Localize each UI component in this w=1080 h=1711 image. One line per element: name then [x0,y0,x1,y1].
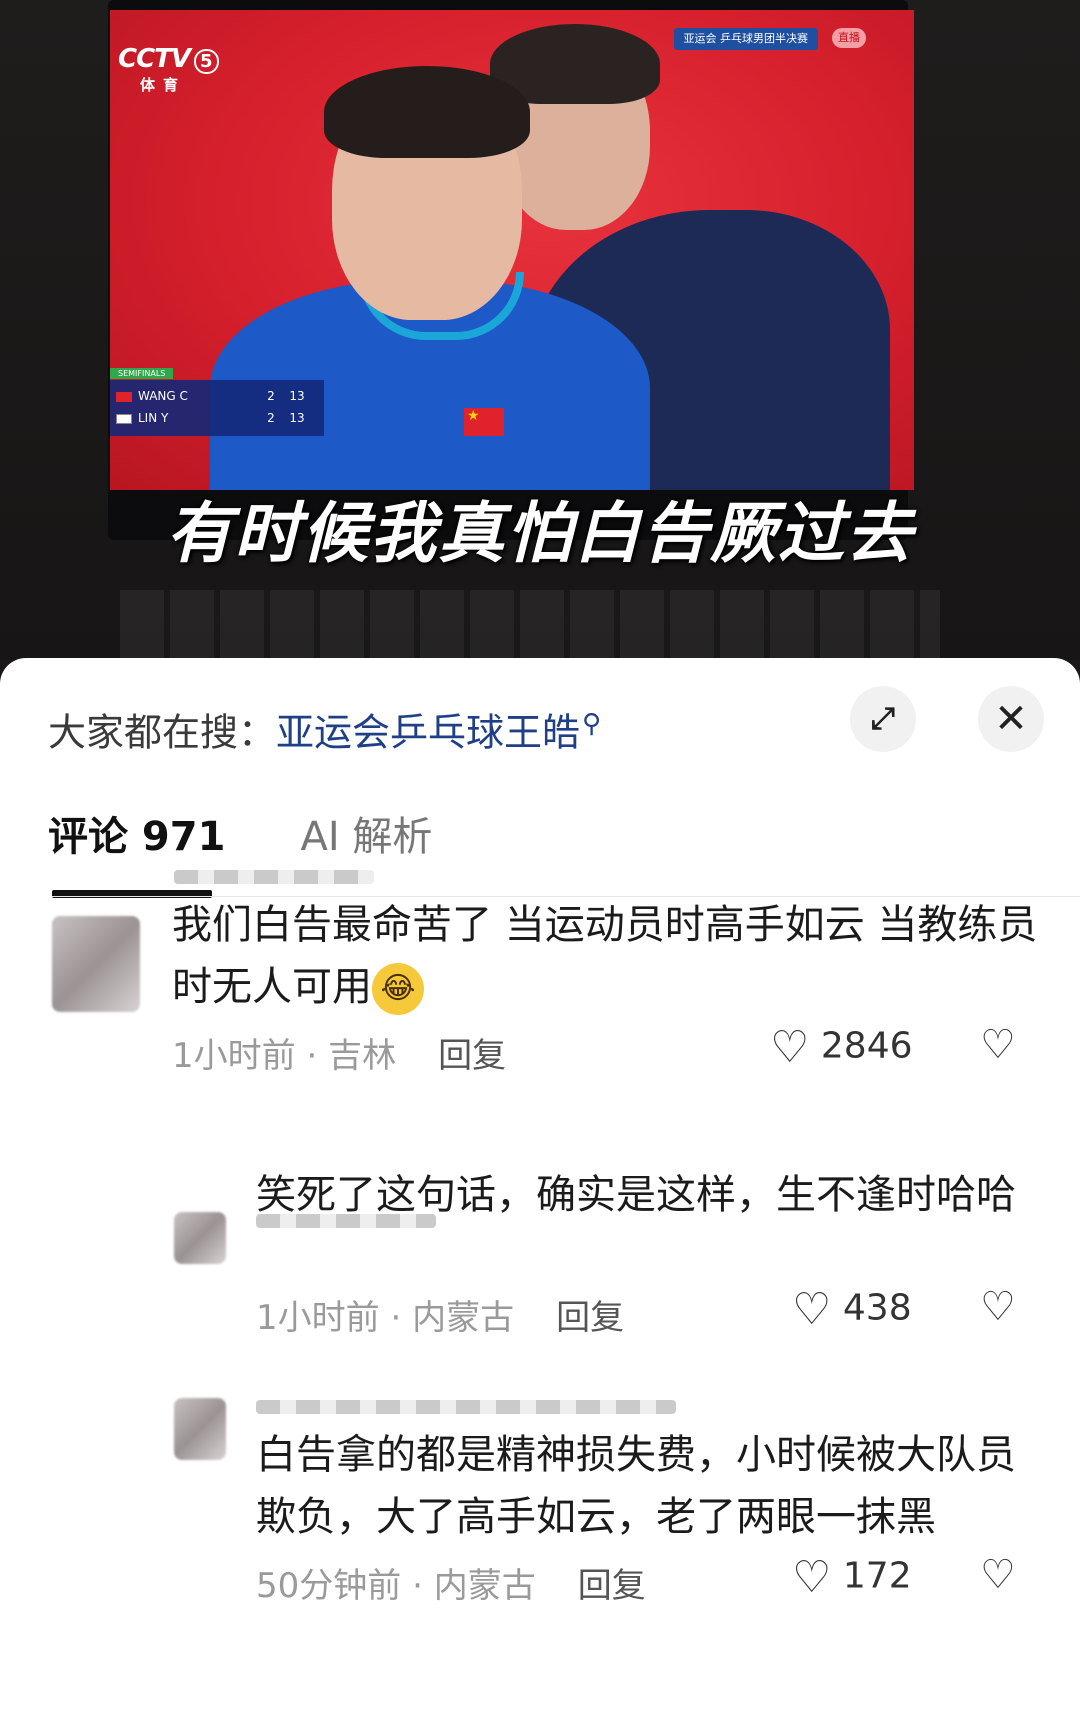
score-row: LIN Y 2 13 [116,408,316,428]
scoreboard: SEMIFINALS WANG C 2 13 LIN Y 2 13 [110,368,324,436]
heart-icon: ♡ [792,1552,832,1603]
username-redacted[interactable] [256,1400,676,1414]
dislike-button[interactable]: ♡ [980,1552,1016,1598]
point-score: 13 [289,389,305,403]
broken-heart-icon: ♡ [980,1552,1016,1598]
player-name: WANG C [138,389,188,403]
player-name: LIN Y [138,411,169,425]
like-button[interactable]: ♡ 172 [792,1552,912,1603]
avatar[interactable] [174,1398,226,1460]
flag-icon [116,391,132,402]
set-score: 2 [267,389,275,403]
flag-icon [116,413,132,424]
reply-button[interactable]: 回复 [578,1566,646,1606]
comment-item: 白告拿的都是精神损失费，小时候被大队员欺负，大了高手如云，老了两眼一抹黑 50分… [0,658,1080,1711]
like-count: 172 [842,1555,912,1597]
point-score: 13 [289,411,305,425]
comment-meta: 50分钟前 · 内蒙古 回复 [256,1566,646,1606]
video-caption: 有时候我真怕白告厥过去 [166,495,914,572]
set-score: 2 [267,411,275,425]
cctv-logo: CCTV 5 体育 [118,44,219,95]
laptop-keyboard [120,590,940,660]
comment-body: 白告拿的都是精神损失费，小时候被大队员欺负，大了高手如云，老了两眼一抹黑 [256,1432,1016,1540]
tv-broadcast-frame: CCTV 5 体育 亚运会 乒乓球男团半决赛 直播 ★ SEMIFINALS WA… [110,10,914,490]
china-flag-icon: ★ [464,408,504,436]
coach-hair [324,66,530,158]
live-banner: 亚运会 乒乓球男团半决赛 [673,28,818,50]
comment-sheet: 大家都在搜：亚运会乒乓球王皓⚲ ⤢ ✕ 评论 971 AI 解析 我们白告最命苦… [0,658,1080,1711]
comment-location: 内蒙古 [433,1566,536,1606]
scoreboard-stage: SEMIFINALS [110,368,174,379]
live-badge: 直播 [832,28,866,48]
comment-text: 白告拿的都是精神损失费，小时候被大队员欺负，大了高手如云，老了两眼一抹黑 [256,1424,1046,1548]
video-player[interactable]: CCTV 5 体育 亚运会 乒乓球男团半决赛 直播 ★ SEMIFINALS WA… [0,0,1080,660]
score-row: WANG C 2 13 [116,386,316,406]
comment-time: 50分钟前 [256,1566,402,1606]
